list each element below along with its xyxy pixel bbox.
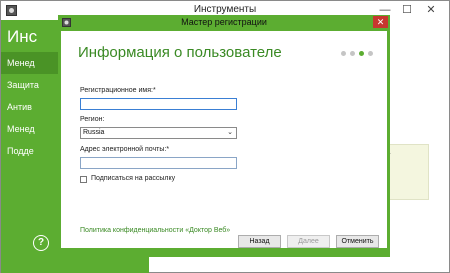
- privacy-link[interactable]: Политика конфиденциальности «Доктор Веб»: [80, 227, 230, 234]
- chevron-down-icon: ⌄: [227, 129, 233, 136]
- dialog-footer: Назад Далее Отменить: [61, 235, 387, 257]
- next-button[interactable]: Далее: [287, 235, 330, 248]
- step-dot-3: [359, 51, 364, 56]
- dialog-close-button[interactable]: ✕: [373, 16, 388, 28]
- step-dot-4: [368, 51, 373, 56]
- maximize-button[interactable]: ☐: [397, 2, 417, 18]
- close-button[interactable]: ✕: [421, 2, 441, 18]
- page-title: Информация о пользователе: [78, 44, 282, 61]
- dialog-titlebar: Мастер регистрации ✕: [58, 15, 390, 31]
- step-dot-2: [350, 51, 355, 56]
- sidebar-title: Инс: [7, 27, 38, 46]
- dialog-title: Мастер регистрации: [181, 17, 267, 27]
- registration-dialog: Мастер регистрации ✕ Информация о пользо…: [58, 15, 390, 257]
- help-icon[interactable]: ?: [33, 235, 49, 251]
- back-button[interactable]: Назад: [238, 235, 281, 248]
- cancel-button[interactable]: Отменить: [336, 235, 379, 248]
- region-label: Регион:: [80, 116, 105, 123]
- subscribe-checkbox[interactable]: [80, 176, 87, 183]
- step-dot-1: [341, 51, 346, 56]
- subscribe-label: Подписаться на рассылку: [91, 175, 176, 182]
- region-value: Russia: [83, 129, 105, 136]
- dialog-content: Информация о пользователе Регистрационно…: [61, 31, 387, 248]
- region-select[interactable]: Russia ⌄: [80, 127, 237, 139]
- reg-name-input[interactable]: [80, 98, 237, 110]
- email-input[interactable]: [80, 157, 237, 169]
- email-label: Адрес электронной почты:*: [80, 146, 170, 153]
- reg-name-label: Регистрационное имя:*: [80, 87, 156, 94]
